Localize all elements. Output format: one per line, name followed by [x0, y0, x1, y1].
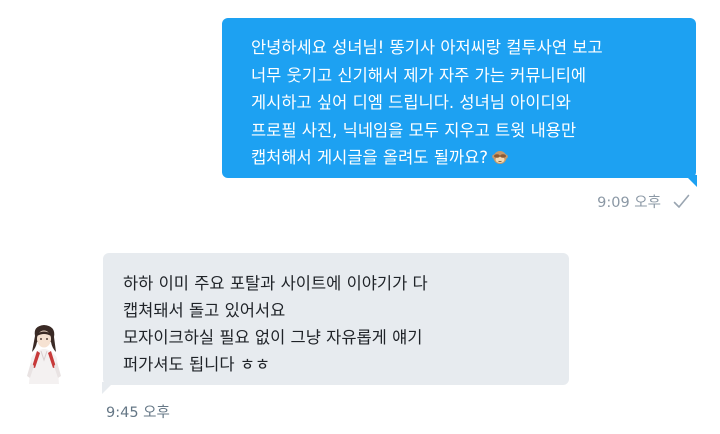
message-line: 하하 이미 주요 포탈과 사이트에 이야기가 다 [123, 274, 428, 293]
see-no-evil-monkey-emoji [492, 151, 508, 164]
outgoing-message-bubble[interactable]: 안녕하세요 성녀님! 똥기사 아저씨랑 컬투사연 보고 너무 웃기고 신기해서 … [222, 18, 697, 187]
message-line: 퍼가셔도 됩니다 ㅎㅎ [123, 355, 271, 374]
message-line-last: 캡처해서 게시글을 올려도 될까요? [251, 144, 680, 172]
outgoing-message-meta: 9:09 오후 [597, 191, 690, 212]
incoming-message-meta: 9:45 오후 [106, 401, 170, 422]
message-line: 너무 웃기고 신기해서 제가 자주 가는 커뮤니티에 [251, 65, 587, 85]
message-line-text: 캡처해서 게시글을 올려도 될까요? [251, 148, 489, 167]
dm-conversation: 안녕하세요 성녀님! 똥기사 아저씨랑 컬투사연 보고 너무 웃기고 신기해서 … [0, 0, 720, 434]
message-line: 게시하고 싶어 디엠 드립니다. 성녀님 아이디와 [251, 93, 571, 112]
message-line: 모자이크하실 필요 없이 그냥 자유롭게 얘기 [123, 328, 423, 347]
incoming-message-bubble[interactable]: 하하 이미 주요 포탈과 사이트에 이야기가 다 캡쳐돼서 돌고 있어서요 모자… [102, 253, 569, 394]
message-line: 프로필 사진, 닉네임을 모두 지우고 트윗 내용만 [251, 120, 577, 140]
message-line: 안녕하세요 성녀님! 똥기사 아저씨랑 컬투사연 보고 [251, 38, 603, 57]
user-avatar-illustration[interactable] [21, 322, 67, 384]
message-line: 캡쳐돼서 돌고 있어서요 [123, 301, 286, 320]
sent-check-icon [673, 194, 690, 208]
message-timestamp: 9:09 오후 [597, 195, 661, 211]
message-timestamp: 9:45 오후 [106, 405, 170, 421]
